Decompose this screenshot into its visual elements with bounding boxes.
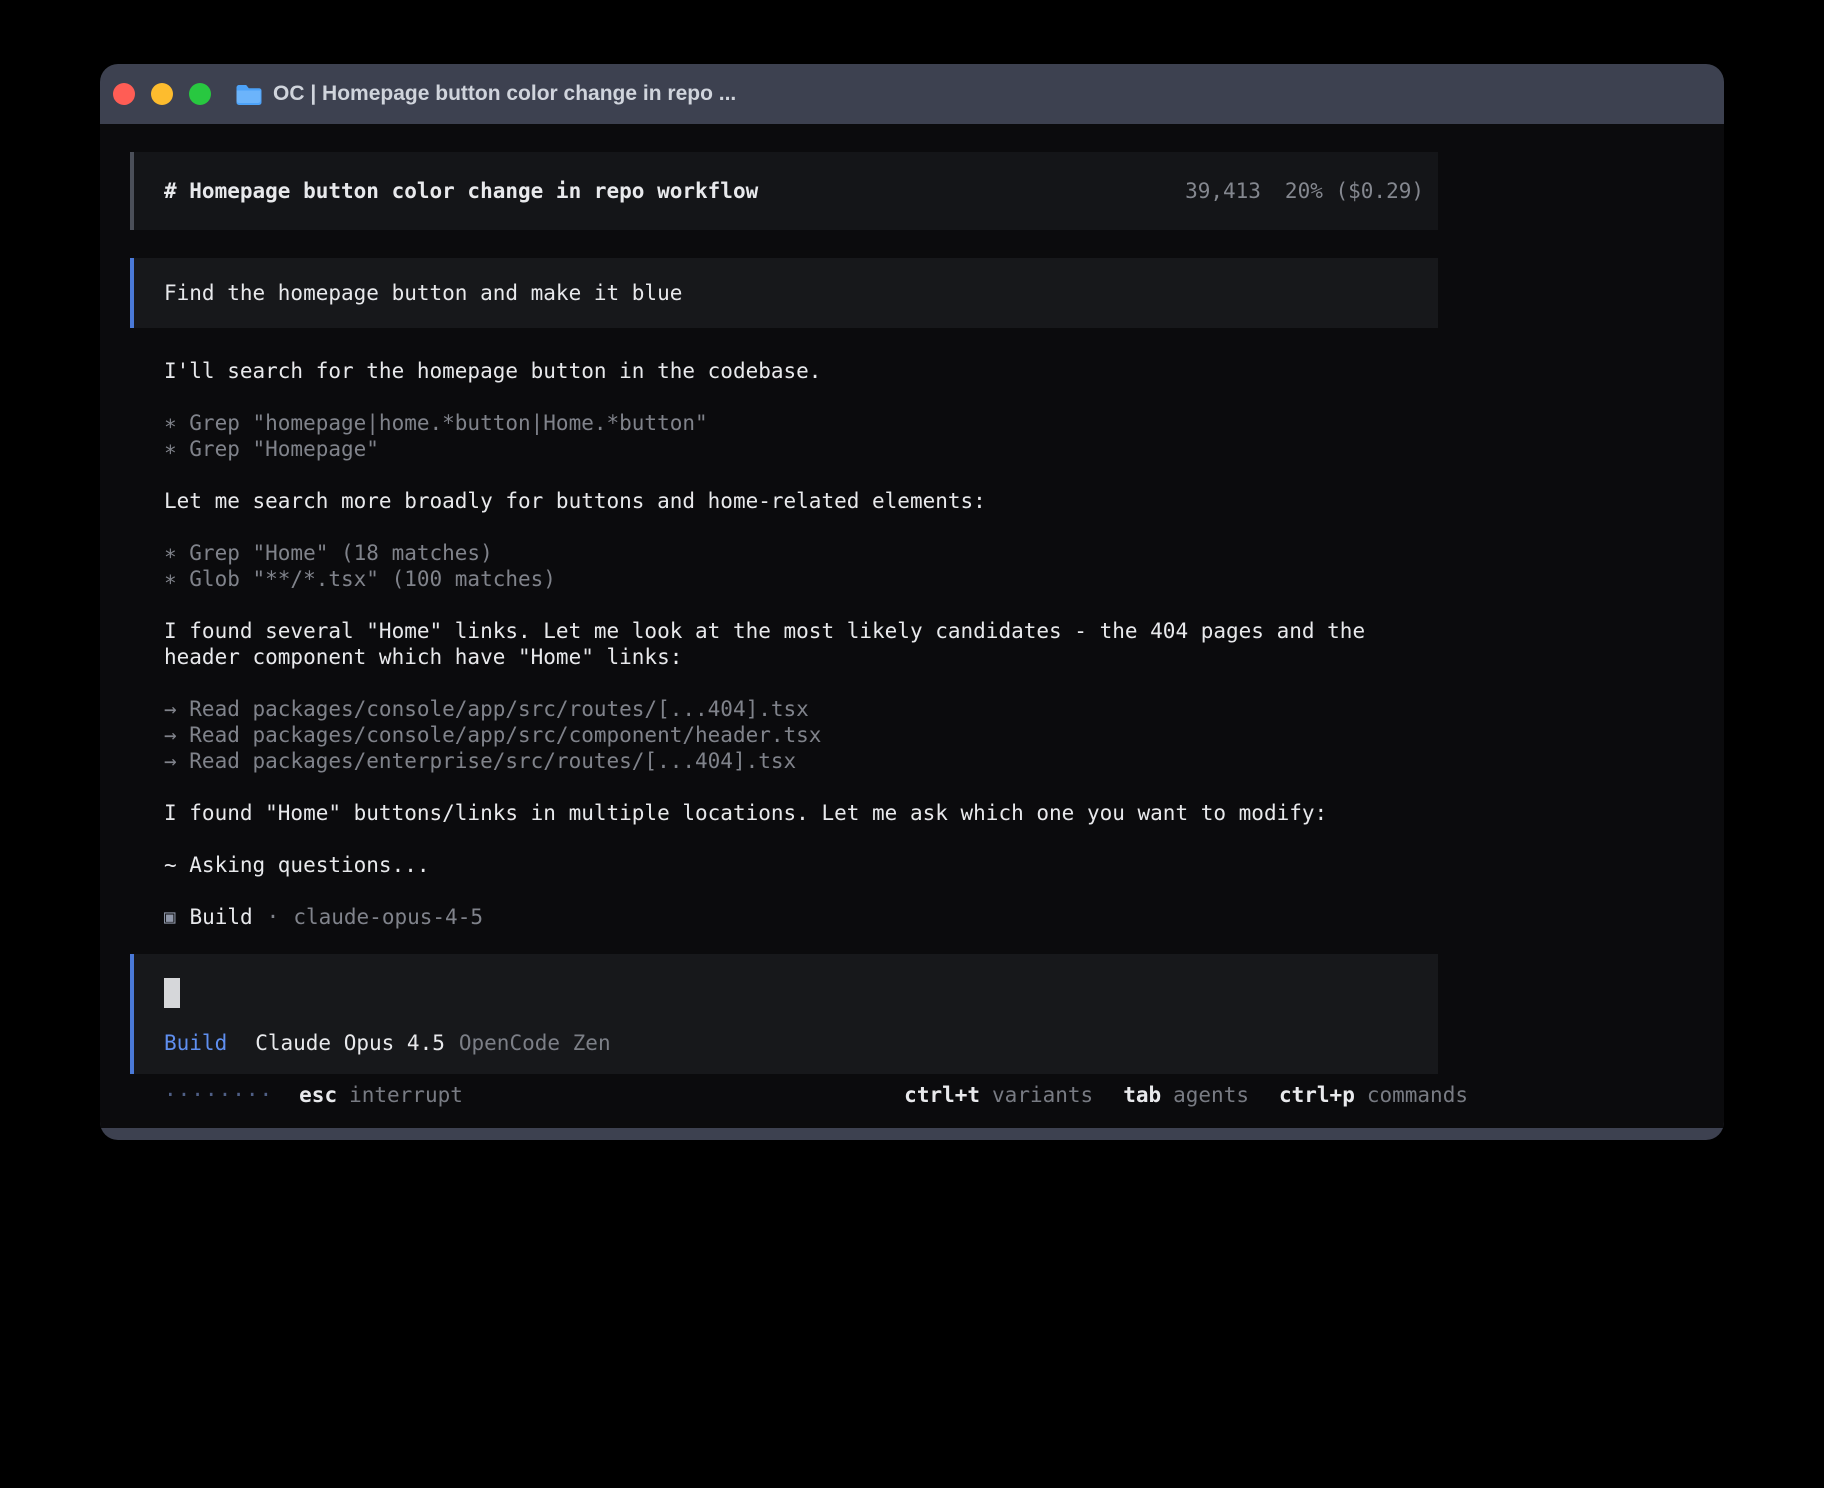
agent-name: Build: [189, 904, 252, 930]
assistant-text: Let me search more broadly for buttons a…: [164, 488, 1438, 514]
tool-call-read: → Read packages/console/app/src/componen…: [164, 722, 1438, 748]
session-header: # Homepage button color change in repo w…: [130, 152, 1438, 230]
shortcut-variants: ctrl+t variants: [904, 1082, 1093, 1108]
close-button[interactable]: [113, 83, 135, 105]
terminal-window: OC | Homepage button color change in rep…: [100, 64, 1724, 1140]
assistant-text: I found "Home" buttons/links in multiple…: [164, 800, 1438, 826]
token-count: 39,413: [1185, 178, 1261, 204]
traffic-lights: [113, 83, 211, 105]
tool-call-glob: ∗ Glob "**/*.tsx" (100 matches): [164, 566, 1438, 592]
transcript: I'll search for the homepage button in t…: [164, 358, 1438, 930]
context-usage: 20% ($0.29): [1285, 178, 1424, 204]
minimize-button[interactable]: [151, 83, 173, 105]
model-label: Claude Opus 4.5: [255, 1030, 445, 1056]
session-stats: 39,413 20% ($0.29): [1185, 178, 1424, 204]
tool-call-read: → Read packages/enterprise/src/routes/[.…: [164, 748, 1438, 774]
zoom-button[interactable]: [189, 83, 211, 105]
window-title: OC | Homepage button color change in rep…: [273, 81, 736, 107]
shortcut-label: interrupt: [349, 1083, 463, 1107]
provider-label: OpenCode Zen: [459, 1030, 611, 1056]
assistant-text: I found several "Home" links. Let me loo…: [164, 618, 1438, 670]
status-bar: ········ esc interrupt ctrl+t variants tab…: [164, 1082, 1468, 1108]
shortcut-interrupt: esc interrupt: [299, 1082, 463, 1108]
tool-call-grep: ∗ Grep "Home" (18 matches): [164, 540, 1438, 566]
agent-mode-label: Build: [164, 1030, 227, 1056]
user-message-text: Find the homepage button and make it blu…: [164, 280, 682, 306]
session-title: # Homepage button color change in repo w…: [164, 178, 758, 204]
folder-icon: [235, 83, 262, 105]
agent-square-icon: ▣: [164, 904, 175, 930]
text-cursor: [164, 978, 180, 1008]
shortcut-label: commands: [1367, 1083, 1468, 1107]
status-asking-questions: ~ Asking questions...: [164, 852, 1438, 878]
shortcut-key: esc: [299, 1083, 337, 1107]
shortcut-label: agents: [1173, 1083, 1249, 1107]
input-meta: Build Claude Opus 4.5 OpenCode Zen: [164, 1030, 1410, 1056]
shortcut-label: variants: [992, 1083, 1093, 1107]
shortcut-key: ctrl+p: [1279, 1083, 1355, 1107]
dot-separator: ·: [267, 904, 280, 930]
shortcut-key: ctrl+t: [904, 1083, 980, 1107]
terminal-content: # Homepage button color change in repo w…: [100, 124, 1724, 1128]
status-left: ········ esc interrupt: [164, 1082, 463, 1108]
user-message: Find the homepage button and make it blu…: [130, 258, 1438, 328]
shortcut-agents: tab agents: [1123, 1082, 1249, 1108]
agent-model: claude-opus-4-5: [293, 904, 483, 930]
tool-call-grep: ∗ Grep "homepage|home.*button|Home.*butt…: [164, 410, 1438, 436]
status-right: ctrl+t variants tab agents ctrl+p commands: [904, 1082, 1468, 1108]
shortcut-key: tab: [1123, 1083, 1161, 1107]
agent-status-line: ▣ Build · claude-opus-4-5: [164, 904, 1438, 930]
prompt-input[interactable]: Build Claude Opus 4.5 OpenCode Zen: [130, 954, 1438, 1074]
assistant-text: I'll search for the homepage button in t…: [164, 358, 1438, 384]
tool-call-read: → Read packages/console/app/src/routes/[…: [164, 696, 1438, 722]
shortcut-commands: ctrl+p commands: [1279, 1082, 1468, 1108]
spinner-dots: ········: [164, 1082, 273, 1108]
tool-call-grep: ∗ Grep "Homepage": [164, 436, 1438, 462]
titlebar[interactable]: OC | Homepage button color change in rep…: [100, 64, 1724, 124]
